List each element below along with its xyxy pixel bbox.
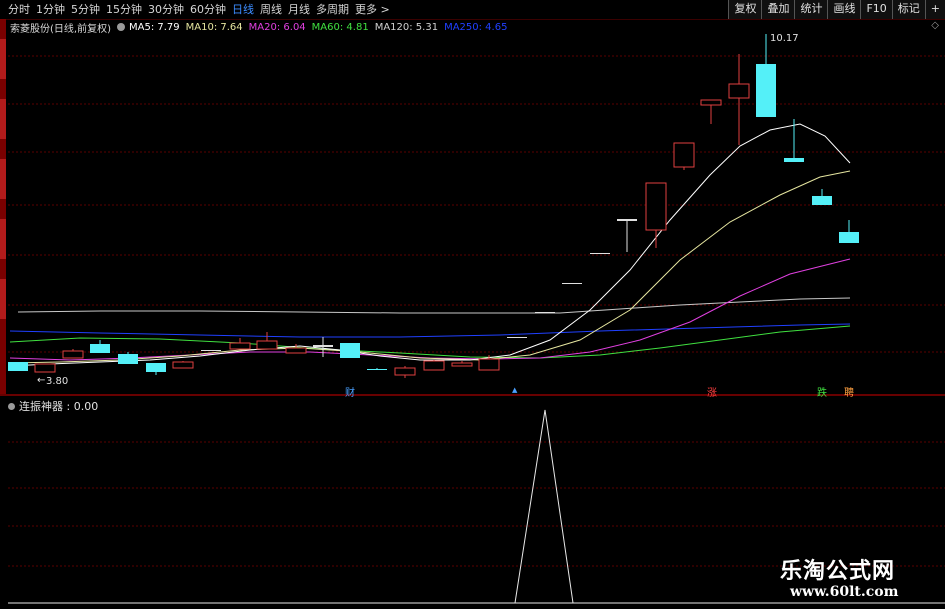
candle-body [728, 83, 750, 99]
candle [394, 366, 416, 378]
candle [256, 332, 278, 350]
candle-body [839, 232, 859, 243]
candle [756, 34, 776, 117]
ma60-label: MA60: 4.81 [311, 21, 369, 33]
candle [839, 220, 859, 243]
candle-body [62, 350, 84, 359]
ma10-label: MA10: 7.64 [185, 21, 243, 33]
candle-body [590, 253, 610, 254]
kline-chart[interactable] [0, 0, 945, 609]
low-price-label: 3.80 [46, 376, 69, 387]
indicator-line [18, 409, 770, 604]
candle-body [507, 337, 527, 338]
candle [617, 219, 637, 252]
candle [285, 344, 307, 354]
indicator-label: 连振神器 : 0.00 [19, 400, 99, 413]
candle-body [34, 363, 56, 373]
ma60-line [9, 325, 851, 359]
ma250-label: MA250: 4.65 [444, 21, 508, 33]
candle-body [340, 343, 360, 358]
stock-name: 索菱股份(日线,前复权) [10, 23, 111, 35]
watermark-title: 乐淘公式网 [780, 558, 896, 584]
candle [673, 142, 695, 170]
marker-zhang[interactable]: 涨 [707, 384, 717, 399]
candle-body [673, 142, 695, 168]
candle-body [146, 363, 166, 372]
marker-cai[interactable]: 财 [345, 384, 355, 399]
marker-triangle[interactable]: ▲ [512, 386, 517, 394]
ma20-label: MA20: 6.04 [248, 21, 306, 33]
candle [201, 350, 221, 351]
candle [645, 182, 667, 248]
marker-die[interactable]: 跌 [817, 384, 827, 399]
candle-body [367, 369, 387, 370]
candle [590, 253, 610, 254]
candle-body [478, 358, 500, 371]
candle-body [90, 344, 110, 353]
candle-body [617, 219, 637, 221]
indicator-settings-icon[interactable] [8, 402, 15, 410]
watermark-url: www.60lt.com [790, 584, 899, 600]
candle-body [562, 283, 582, 284]
candle-body [700, 99, 722, 106]
settings-dot-icon[interactable] [116, 23, 125, 31]
candle-body [645, 182, 667, 231]
high-price-label: 10.17 [770, 33, 799, 44]
candle [784, 119, 804, 162]
indicator-title: 连振神器 : 0.00 [8, 398, 98, 414]
candle [313, 337, 333, 357]
candle [700, 99, 722, 124]
candle [367, 368, 387, 370]
candle-body [201, 350, 221, 351]
candle [146, 363, 166, 375]
low-arrow-icon: ← [37, 375, 46, 386]
candle [229, 338, 251, 350]
candle-body [394, 367, 416, 376]
candle [812, 189, 832, 205]
candle [507, 337, 527, 338]
chart-legend: 索菱股份(日线,前复权) MA5: 7.79 MA10: 7.64 MA20: … [10, 20, 513, 35]
candle-body [313, 345, 333, 347]
ma5-line [9, 123, 851, 367]
candle-body [229, 342, 251, 350]
ma5-label: MA5: 7.79 [128, 21, 180, 33]
candle-body [118, 354, 138, 364]
candle [535, 312, 555, 313]
candle [90, 340, 110, 353]
candle [728, 54, 750, 145]
candle-body [172, 361, 194, 369]
ma120-label: MA120: 5.31 [374, 21, 439, 33]
candle [562, 283, 582, 284]
candles [8, 34, 859, 378]
candle-body [8, 362, 28, 371]
candle-body [451, 362, 473, 367]
candle-body [256, 340, 278, 350]
candle-body [535, 312, 555, 313]
candle-body [784, 158, 804, 162]
candle [34, 363, 56, 373]
candle-body [812, 196, 832, 205]
candle-body [423, 360, 445, 371]
ma250-line [9, 323, 851, 338]
candle [118, 352, 138, 364]
ma20-line [9, 258, 851, 361]
candle [8, 362, 28, 371]
candle-body [756, 64, 776, 117]
candle [172, 361, 194, 369]
candle [62, 349, 84, 359]
candle [423, 360, 445, 371]
diamond-icon[interactable]: ◇ [931, 20, 939, 31]
candle [340, 343, 360, 358]
marker-pin[interactable]: 聘 [844, 384, 854, 399]
candle-body [285, 347, 307, 354]
candle [451, 361, 473, 367]
